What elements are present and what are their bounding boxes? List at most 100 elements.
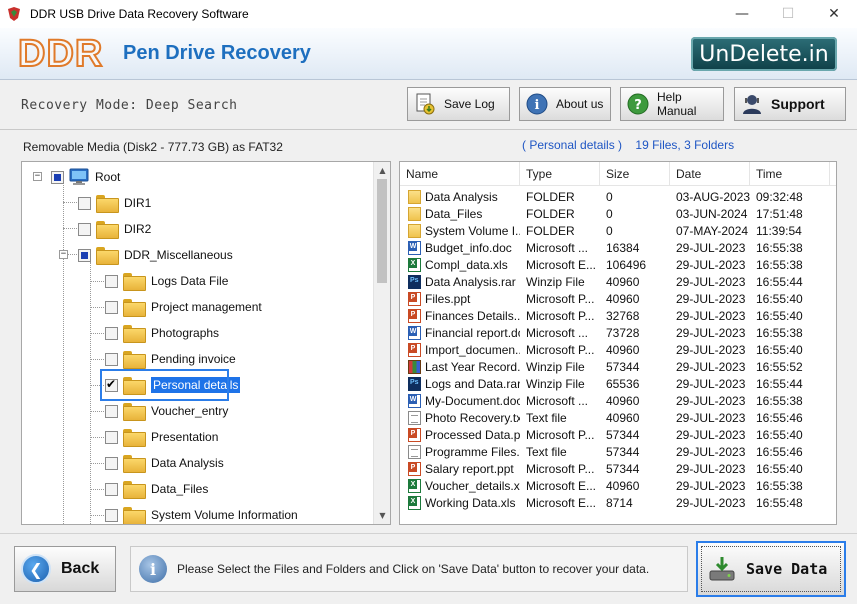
tree-item-presentation[interactable]: Presentation bbox=[105, 424, 218, 450]
about-us-label: About us bbox=[556, 97, 604, 111]
table-row[interactable]: Data_Files FOLDER 0 03-JUN-2024 17:51:48 bbox=[400, 205, 836, 222]
table-row[interactable]: Data Analysis FOLDER 0 03-AUG-2023 09:32:48 bbox=[400, 188, 836, 205]
table-row[interactable]: Data Analysis.rar Winzip File 40960 29-JUL-… bbox=[400, 273, 836, 290]
minimize-button[interactable]: — bbox=[719, 0, 765, 28]
folder-tree[interactable]: − − Root DIR1 DIR2 DDR_Miscellaneous Log… bbox=[21, 161, 391, 525]
text-file-icon bbox=[408, 410, 421, 425]
cell-time: 16:55:38 bbox=[756, 393, 803, 408]
table-row[interactable]: My-Document.doc Microsoft ... 40960 29-JUL-… bbox=[400, 392, 836, 409]
cell-type: Microsoft E... bbox=[526, 257, 597, 272]
table-row[interactable]: Financial report.doc Microsoft ... 73728 29… bbox=[400, 324, 836, 341]
tree-item-dir1[interactable]: DIR1 bbox=[78, 190, 151, 216]
misc-checkbox[interactable] bbox=[78, 248, 91, 262]
cell-size: 40960 bbox=[606, 393, 640, 408]
column-header-date[interactable]: Date bbox=[670, 162, 750, 186]
file-list[interactable]: Name Type Size Date Time Data Analysis FOLDER… bbox=[399, 161, 837, 525]
file-list-header: Name Type Size Date Time bbox=[400, 162, 836, 186]
table-row[interactable]: Files.ppt Microsoft P... 40960 29-JUL-2023 1… bbox=[400, 290, 836, 307]
tree-item-ddr-miscellaneous[interactable]: DDR_Miscellaneous bbox=[78, 242, 233, 268]
file-name: Logs and Data.rar bbox=[425, 376, 520, 391]
tree-checkbox[interactable] bbox=[105, 430, 118, 444]
tree-item-data-files[interactable]: Data_Files bbox=[105, 476, 208, 502]
file-name: Financial report.doc bbox=[425, 325, 520, 340]
table-row[interactable]: Processed Data.ppt Microsoft P... 57344 29-… bbox=[400, 426, 836, 443]
table-row[interactable]: Budget_info.doc Microsoft ... 16384 29-JUL-… bbox=[400, 239, 836, 256]
tree-vertical-scrollbar[interactable]: ▲ ▼ bbox=[373, 162, 390, 524]
info-message-bar: i Please Select the Files and Folders an… bbox=[130, 546, 688, 592]
table-row[interactable]: Salary report.ppt Microsoft P... 57344 29-J… bbox=[400, 460, 836, 477]
table-row[interactable]: System Volume I... FOLDER 0 07-MAY-2024 11:3… bbox=[400, 222, 836, 239]
tree-label: Data_Files bbox=[151, 482, 209, 496]
cell-type: Microsoft P... bbox=[526, 427, 595, 442]
file-name: Last Year Record.... bbox=[425, 359, 520, 374]
cell-size: 106496 bbox=[606, 257, 647, 272]
table-row[interactable]: Compl_data.xls Microsoft E... 106496 29-JUL… bbox=[400, 256, 836, 273]
scroll-up-icon[interactable]: ▲ bbox=[374, 162, 390, 179]
cell-size: 16384 bbox=[606, 240, 640, 255]
tree-checkbox[interactable] bbox=[105, 352, 118, 366]
tree-checkbox[interactable] bbox=[105, 508, 118, 522]
support-button[interactable]: Support bbox=[734, 87, 846, 121]
table-row[interactable]: Import_documen... Microsoft P... 40960 29-J… bbox=[400, 341, 836, 358]
table-row[interactable]: Working Data.xls Microsoft E... 8714 29-JUL… bbox=[400, 494, 836, 511]
powerpoint-icon bbox=[408, 461, 421, 476]
cell-date: 29-JUL-2023 bbox=[676, 274, 746, 289]
table-row[interactable]: Finances Details.... Microsoft P... 32768 2… bbox=[400, 307, 836, 324]
tree-checkbox[interactable] bbox=[105, 404, 118, 418]
collapse-root-toggle[interactable]: − bbox=[33, 172, 42, 181]
dir1-checkbox[interactable] bbox=[78, 196, 91, 210]
cell-size: 57344 bbox=[606, 359, 640, 374]
cell-name: System Volume I... bbox=[404, 222, 520, 239]
cell-name: Budget_info.doc bbox=[404, 239, 520, 256]
close-button[interactable]: ✕ bbox=[811, 0, 857, 28]
cell-name: Compl_data.xls bbox=[404, 256, 520, 273]
tree-item-photographs[interactable]: Photographs bbox=[105, 320, 219, 346]
brand-logo: UnDelete.in bbox=[691, 37, 837, 71]
column-header-type[interactable]: Type bbox=[520, 162, 600, 186]
root-checkbox[interactable] bbox=[51, 170, 64, 184]
back-arrow-icon: ❮ bbox=[21, 554, 51, 584]
column-header-name[interactable]: Name bbox=[400, 162, 520, 186]
cell-name: Financial report.doc bbox=[404, 324, 520, 341]
tree-checkbox[interactable] bbox=[105, 300, 118, 314]
tree-item-dir2[interactable]: DIR2 bbox=[78, 216, 151, 242]
tree-checkbox[interactable] bbox=[105, 326, 118, 340]
table-row[interactable]: Voucher_details.xls Microsoft E... 40960 29… bbox=[400, 477, 836, 494]
tree-item-data-analysis[interactable]: Data Analysis bbox=[105, 450, 224, 476]
table-row[interactable]: Photo Recovery.txt Text file 40960 29-JUL-2… bbox=[400, 409, 836, 426]
tree-item-project-management[interactable]: Project management bbox=[105, 294, 262, 320]
about-us-button[interactable]: i About us bbox=[519, 87, 611, 121]
cell-name: Salary report.ppt bbox=[404, 460, 520, 477]
table-row[interactable]: Logs and Data.rar Winzip File 65536 29-JUL-… bbox=[400, 375, 836, 392]
table-row[interactable]: Programme Files.txt Text file 57344 29-JUL-… bbox=[400, 443, 836, 460]
tree-item-logs-data-file[interactable]: Logs Data File bbox=[105, 268, 228, 294]
back-button[interactable]: ❮ Back bbox=[14, 546, 116, 592]
scroll-down-icon[interactable]: ▼ bbox=[374, 507, 390, 524]
folder-icon bbox=[408, 224, 421, 238]
help-manual-button[interactable]: ? Help Manual bbox=[620, 87, 724, 121]
tree-item-voucher-entry[interactable]: Voucher_entry bbox=[105, 398, 228, 424]
cell-time: 16:55:46 bbox=[756, 444, 803, 459]
file-name: Import_documen... bbox=[425, 342, 520, 357]
table-row[interactable]: Last Year Record.... Winzip File 57344 29-J… bbox=[400, 358, 836, 375]
recovery-mode-label: Recovery Mode: Deep Search bbox=[21, 98, 238, 113]
archive-icon bbox=[408, 359, 421, 374]
cell-time: 16:55:38 bbox=[756, 478, 803, 493]
save-log-button[interactable]: Save Log bbox=[407, 87, 510, 121]
tree-checkbox[interactable] bbox=[105, 274, 118, 288]
product-title: Pen Drive Recovery bbox=[123, 42, 311, 64]
tree-checkbox[interactable] bbox=[105, 456, 118, 470]
cell-size: 40960 bbox=[606, 478, 640, 493]
save-data-button[interactable]: Save Data bbox=[696, 541, 846, 597]
column-header-size[interactable]: Size bbox=[600, 162, 670, 186]
dir2-checkbox[interactable] bbox=[78, 222, 91, 236]
archive-icon bbox=[408, 376, 421, 391]
tree-item-system-volume-information[interactable]: System Volume Information bbox=[105, 502, 298, 524]
cell-time: 16:55:52 bbox=[756, 359, 803, 374]
tree-item-root[interactable]: Root bbox=[51, 164, 120, 190]
scroll-thumb[interactable] bbox=[377, 179, 387, 283]
collapse-misc-toggle[interactable]: − bbox=[59, 250, 68, 259]
column-header-time[interactable]: Time bbox=[750, 162, 830, 186]
tree-label-dir2: DIR2 bbox=[124, 222, 152, 236]
tree-checkbox[interactable] bbox=[105, 482, 118, 496]
